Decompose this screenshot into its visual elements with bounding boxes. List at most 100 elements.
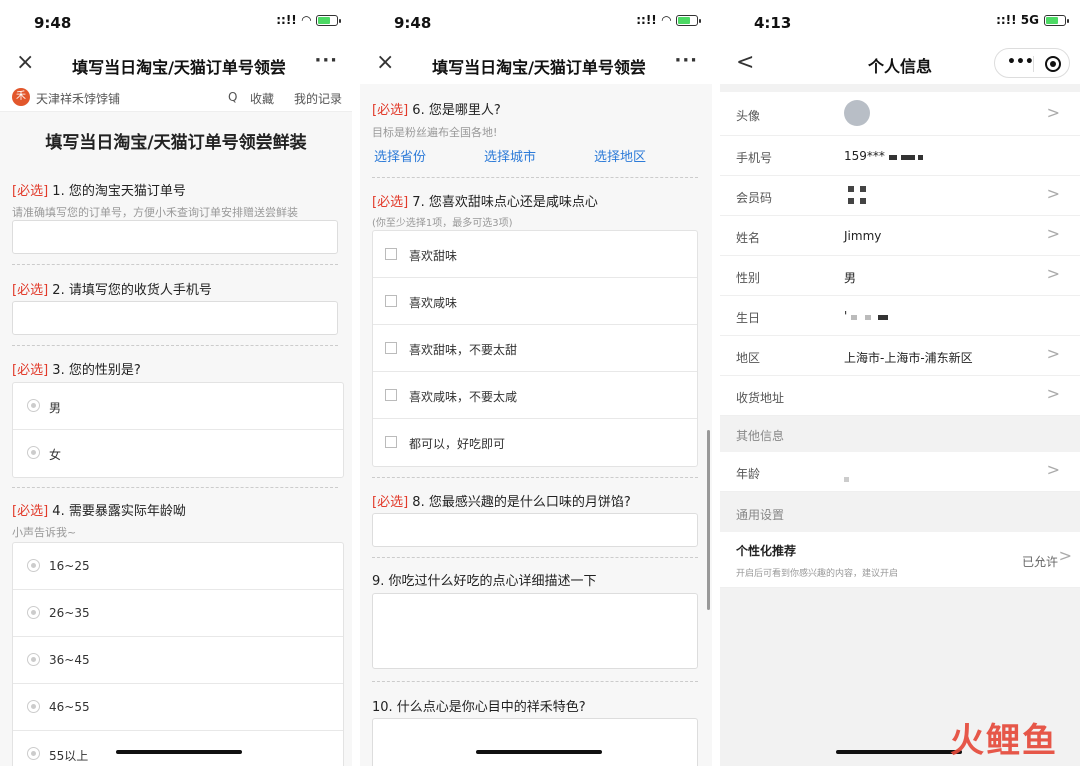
row-gender[interactable]: 性别 男 > <box>720 256 1080 296</box>
masked-digits <box>851 315 858 320</box>
more-icon[interactable]: ••• <box>1007 54 1034 70</box>
battery-icon <box>676 14 701 26</box>
search-icon[interactable]: Q <box>228 90 237 104</box>
option-age[interactable]: 16~25 <box>13 543 343 590</box>
favorite-link[interactable]: 收藏 <box>250 90 274 107</box>
home-indicator <box>116 750 242 754</box>
row-personalized-recommendation[interactable]: 个性化推荐 开启后可看到你感兴趣的内容，建议开启 已允许 > <box>720 532 1080 588</box>
divider <box>12 345 338 346</box>
row-name[interactable]: 姓名 Jimmy > <box>720 216 1080 256</box>
close-icon[interactable]: × <box>376 50 394 75</box>
option-age[interactable]: 55以上 <box>13 731 343 766</box>
required-tag: [必选] <box>372 103 409 118</box>
row-label: 头像 <box>736 109 761 123</box>
masked-digits <box>844 477 849 482</box>
select-city-link[interactable]: 选择城市 <box>484 146 536 165</box>
option-label: 喜欢咸味，不要太咸 <box>409 390 518 404</box>
more-icon[interactable]: ··· <box>314 50 338 71</box>
question-9: 9. 你吃过什么好吃的点心详细描述一下 <box>372 570 698 589</box>
radio-icon[interactable] <box>27 559 40 572</box>
option-female[interactable]: 女 <box>13 430 343 477</box>
mooncake-flavor-input[interactable] <box>372 513 698 547</box>
signal-icon: ::!! <box>276 13 297 27</box>
masked-digits <box>864 315 871 320</box>
close-target-icon[interactable] <box>1045 56 1061 72</box>
checkbox-icon[interactable] <box>385 248 397 260</box>
option-label: 女 <box>49 448 62 462</box>
option-flavor[interactable]: 喜欢咸味 <box>373 278 697 325</box>
wifi-icon: ◠ <box>301 13 311 27</box>
option-flavor[interactable]: 喜欢甜味 <box>373 231 697 278</box>
row-label: 地区 <box>736 351 761 365</box>
status-icons: ::!! ◠ <box>636 13 701 27</box>
option-male[interactable]: 男 <box>13 383 343 430</box>
section-title: 通用设置 <box>736 508 785 522</box>
row-value: Jimmy <box>844 229 882 243</box>
spacer <box>720 84 1080 92</box>
question-text: 8. 您最感兴趣的是什么口味的月饼馅? <box>412 495 631 510</box>
question-hint: (你至少选择1项，最多可选3项) <box>372 218 513 229</box>
checkbox-icon[interactable] <box>385 295 397 307</box>
scrollbar[interactable] <box>707 430 710 610</box>
row-label: 手机号 <box>736 151 773 165</box>
home-indicator <box>836 750 962 754</box>
option-flavor[interactable]: 喜欢咸味，不要太咸 <box>373 372 697 419</box>
row-avatar[interactable]: 头像 > <box>720 92 1080 136</box>
battery-icon <box>1044 14 1069 26</box>
phone-input[interactable] <box>12 301 338 335</box>
status-bar: 4:13 ::!! 5G <box>720 0 1080 44</box>
required-tag: [必选] <box>12 283 49 298</box>
shop-name[interactable]: 天津祥禾饽饽铺 <box>36 90 120 107</box>
chevron-right-icon: > <box>1046 184 1060 203</box>
option-age[interactable]: 26~35 <box>13 590 343 637</box>
radio-icon[interactable] <box>27 446 40 459</box>
option-age[interactable]: 46~55 <box>13 684 343 731</box>
option-flavor[interactable]: 喜欢甜味，不要太甜 <box>373 325 697 372</box>
masked-digits <box>918 155 924 160</box>
radio-icon[interactable] <box>27 606 40 619</box>
required-tag: [必选] <box>372 495 409 510</box>
shop-header: 禾 天津祥禾饽饽铺 Q 收藏 我的记录 <box>0 84 352 112</box>
specialty-textarea[interactable] <box>372 718 698 766</box>
option-label: 喜欢甜味，不要太甜 <box>409 343 518 357</box>
masked-digits <box>888 155 897 160</box>
divider <box>372 557 698 558</box>
row-label: 性别 <box>736 271 761 285</box>
phone-value: 159*** <box>844 149 885 163</box>
select-district-link[interactable]: 选择地区 <box>594 146 646 165</box>
option-age[interactable]: 36~45 <box>13 637 343 684</box>
status-icons: ::!! ◠ <box>276 13 341 27</box>
row-phone: 手机号 159*** <box>720 136 1080 176</box>
order-number-input[interactable] <box>12 220 338 254</box>
checkbox-icon[interactable] <box>385 389 397 401</box>
more-icon[interactable]: ··· <box>674 50 698 71</box>
section-title: 其他信息 <box>736 429 785 443</box>
question-2: [必选] 2. 请填写您的收货人手机号 <box>12 279 338 298</box>
row-age[interactable]: 年龄 > <box>720 452 1080 492</box>
question-3: [必选] 3. 您的性别是? <box>12 359 338 378</box>
question-6: [必选] 6. 您是哪里人? <box>372 99 698 118</box>
checkbox-icon[interactable] <box>385 342 397 354</box>
survey-screen-2: 9:48 ::!! ◠ × 填写当日淘宝/天猫订单号领尝 ··· [必选] 6.… <box>360 0 712 766</box>
row-member-code[interactable]: 会员码 > <box>720 176 1080 216</box>
option-label: 喜欢咸味 <box>409 296 458 310</box>
select-province-link[interactable]: 选择省份 <box>374 146 426 165</box>
my-records-link[interactable]: 我的记录 <box>294 90 342 107</box>
row-value: 上海市-上海市-浦东新区 <box>844 351 973 365</box>
radio-icon[interactable] <box>27 700 40 713</box>
option-flavor[interactable]: 都可以，好吃即可 <box>373 419 697 466</box>
question-text: 3. 您的性别是? <box>52 363 141 378</box>
checkbox-icon[interactable] <box>385 436 397 448</box>
radio-icon[interactable] <box>27 399 40 412</box>
snack-description-textarea[interactable] <box>372 593 698 669</box>
survey-screen-1: 9:48 ::!! ◠ × 填写当日淘宝/天猫订单号领尝 ··· 禾 天津祥禾饽… <box>0 0 352 766</box>
row-address[interactable]: 收货地址 > <box>720 376 1080 416</box>
row-value <box>844 471 849 485</box>
close-icon[interactable]: × <box>16 50 34 75</box>
radio-icon[interactable] <box>27 653 40 666</box>
radio-icon[interactable] <box>27 747 40 760</box>
chevron-right-icon: > <box>1046 264 1060 283</box>
row-region[interactable]: 地区 上海市-上海市-浦东新区 > <box>720 336 1080 376</box>
question-1: [必选] 1. 您的淘宝天猫订单号 <box>12 180 338 199</box>
question-hint: 请准确填写您的订单号，方便小禾查询订单安排赠送尝鲜装 <box>12 206 298 219</box>
